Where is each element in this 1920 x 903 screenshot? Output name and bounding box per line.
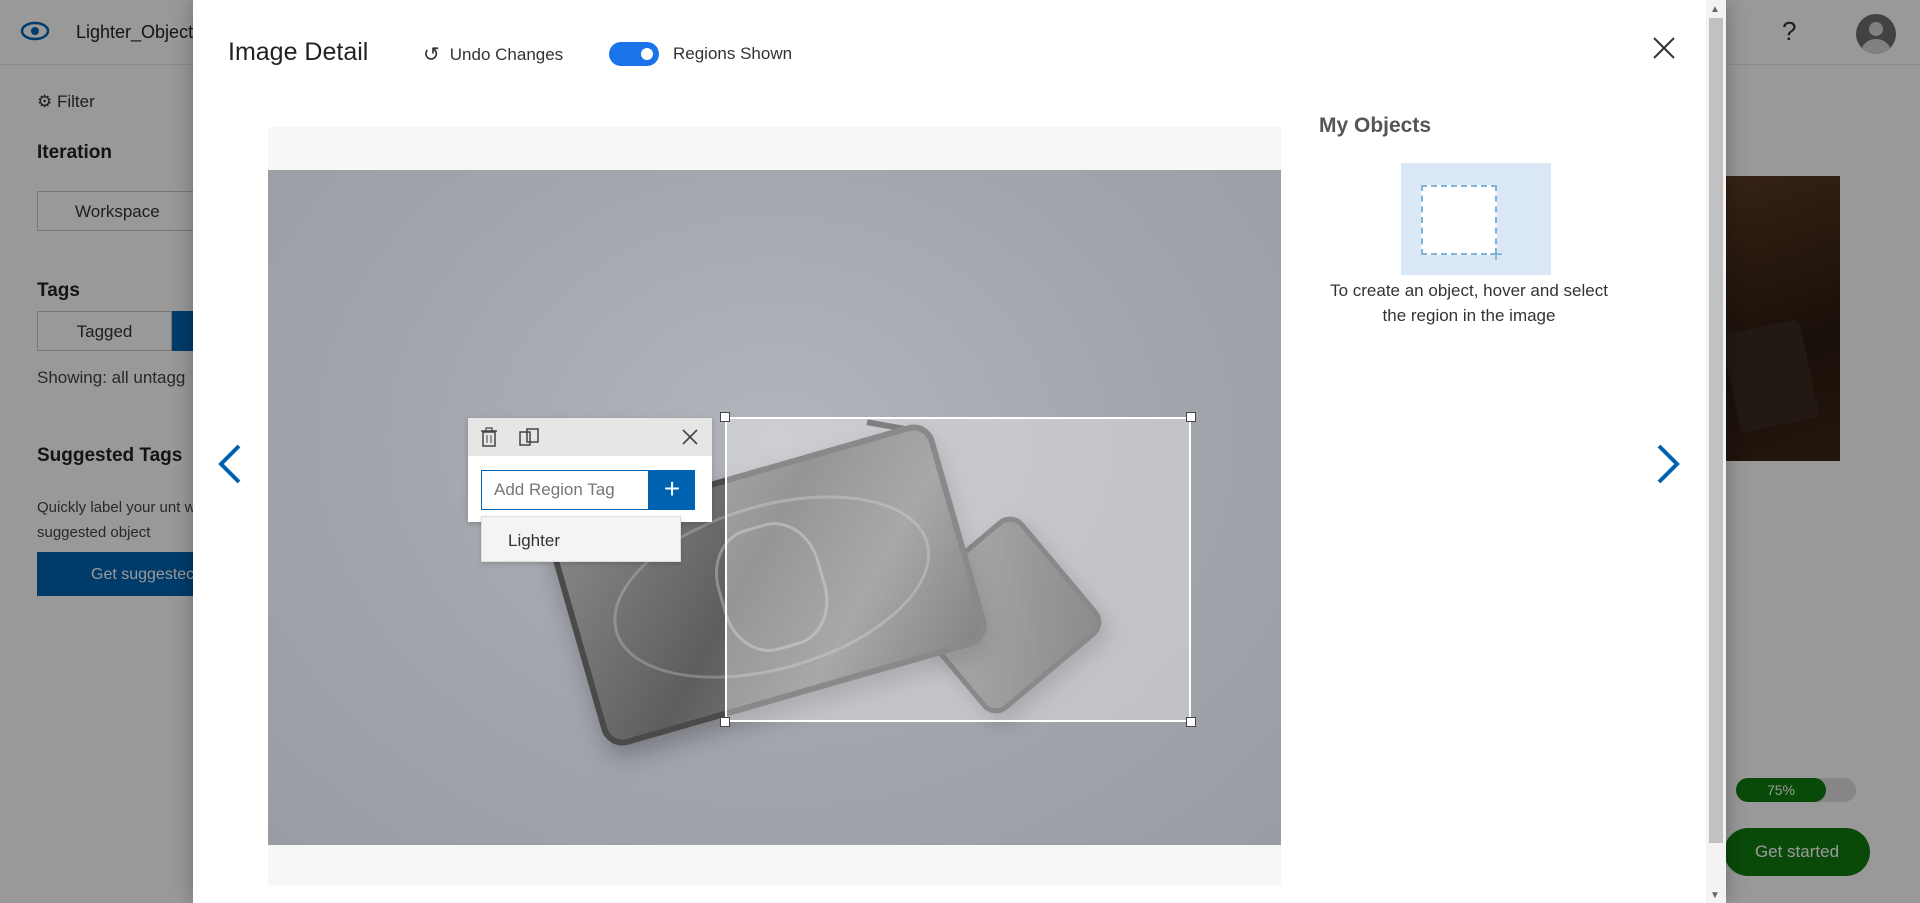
region-handle-bottom-left[interactable]	[720, 717, 730, 727]
region-tag-input[interactable]	[481, 470, 649, 510]
regions-toggle-label: Regions Shown	[673, 44, 793, 63]
tag-suggestion-item[interactable]: Lighter	[481, 516, 681, 562]
plus-icon: +	[1489, 241, 1504, 268]
region-box[interactable]	[725, 417, 1191, 722]
regions-toggle-group: Regions Shown	[609, 42, 792, 66]
modal-title: Image Detail	[228, 38, 369, 66]
chevron-right-icon[interactable]	[1651, 440, 1685, 488]
undo-label: Undo Changes	[449, 44, 564, 64]
duplicate-icon[interactable]	[518, 426, 540, 448]
close-icon[interactable]	[1650, 34, 1678, 62]
chevron-left-icon[interactable]	[213, 440, 247, 488]
scrollbar-thumb[interactable]	[1709, 18, 1723, 843]
region-tag-toolbar	[468, 418, 712, 456]
undo-changes-button[interactable]: ↺ Undo Changes	[423, 42, 563, 67]
add-tag-button[interactable]: +	[649, 470, 695, 510]
region-handle-bottom-right[interactable]	[1186, 717, 1196, 727]
object-placeholder-illustration: +	[1401, 163, 1551, 275]
scroll-down-icon[interactable]: ▼	[1710, 890, 1720, 901]
my-objects-heading: My Objects	[1319, 114, 1432, 137]
region-tag-editor: +	[468, 418, 712, 522]
region-handle-top-right[interactable]	[1186, 412, 1196, 422]
region-handle-top-left[interactable]	[720, 412, 730, 422]
scroll-up-icon[interactable]: ▲	[1710, 4, 1720, 15]
undo-icon: ↺	[423, 44, 440, 66]
objects-instruction: To create an object, hover and select th…	[1330, 281, 1608, 325]
modal-scrollbar[interactable]: ▲ ▼	[1706, 0, 1726, 903]
trash-icon[interactable]	[478, 426, 500, 448]
close-icon[interactable]	[680, 427, 700, 447]
image-detail-modal: Image Detail ↺ Undo Changes Regions Show…	[193, 0, 1726, 903]
regions-toggle[interactable]	[609, 42, 659, 66]
